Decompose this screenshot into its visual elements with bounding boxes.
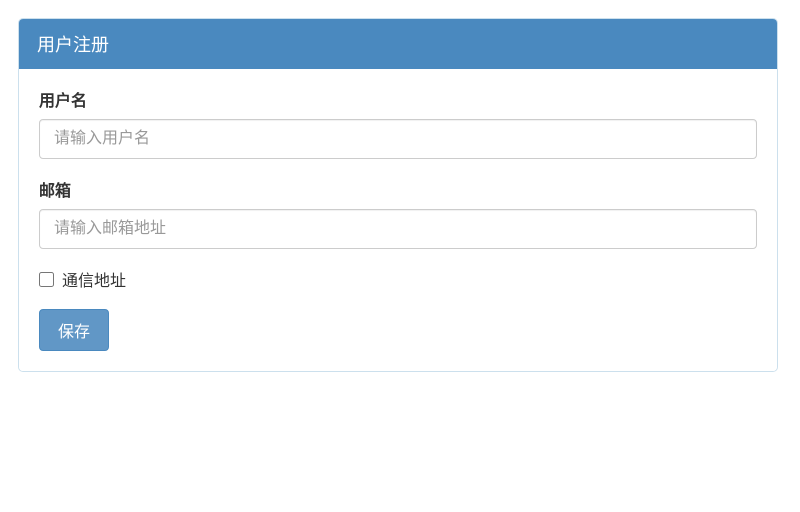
username-input[interactable]: [39, 119, 757, 159]
email-input[interactable]: [39, 209, 757, 249]
save-button[interactable]: 保存: [39, 309, 109, 351]
panel-body: 用户名 邮箱 通信地址 保存: [19, 69, 777, 371]
address-checkbox-group: 通信地址: [39, 267, 757, 291]
address-checkbox-label: 通信地址: [62, 267, 126, 291]
panel-title: 用户注册: [19, 19, 777, 69]
address-checkbox[interactable]: [39, 272, 54, 287]
registration-panel: 用户注册 用户名 邮箱 通信地址 保存: [18, 18, 778, 372]
email-label: 邮箱: [39, 177, 757, 201]
username-group: 用户名: [39, 87, 757, 159]
username-label: 用户名: [39, 87, 757, 111]
email-group: 邮箱: [39, 177, 757, 249]
